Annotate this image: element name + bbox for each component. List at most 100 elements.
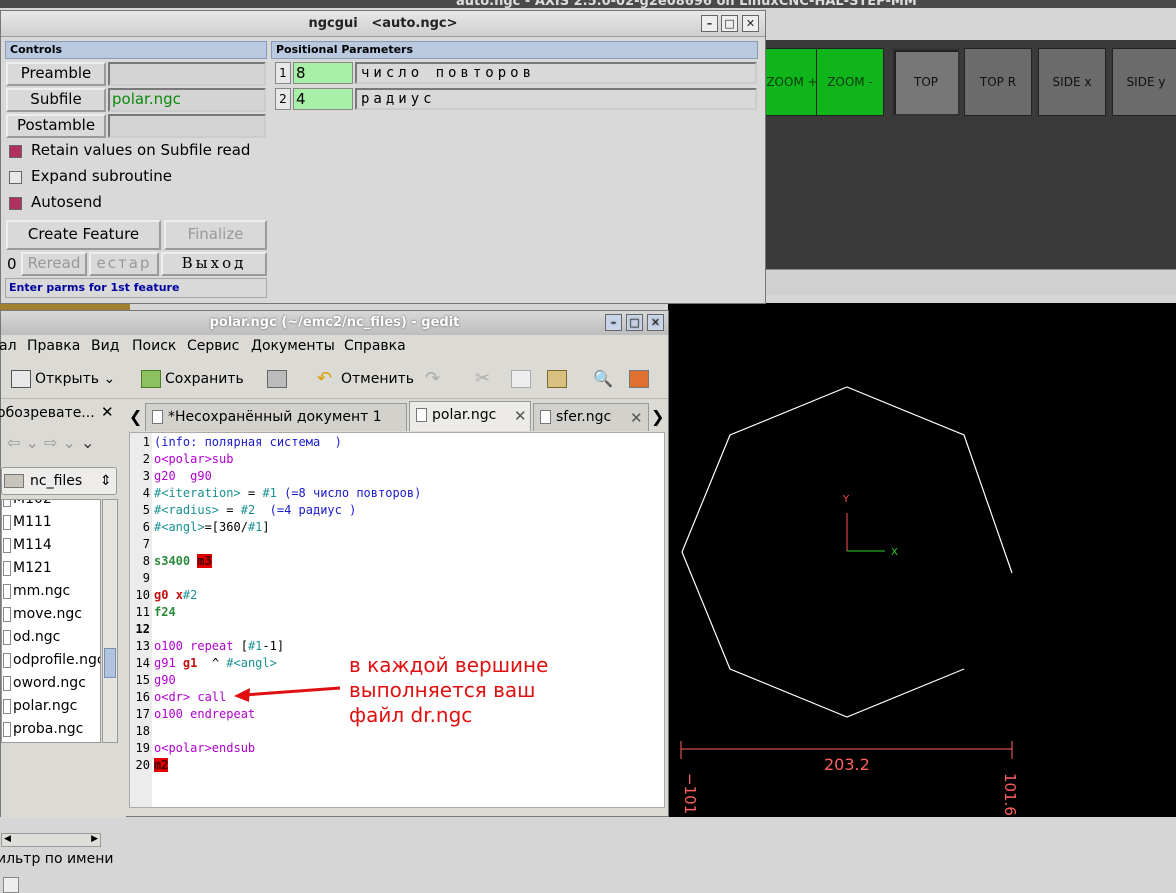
undo-button[interactable]: ↶ Отменить [317, 367, 414, 391]
subfile-button[interactable]: Subfile [6, 88, 106, 112]
preamble-button[interactable]: Preamble [6, 62, 106, 86]
code-line: (info: полярная система ) [154, 435, 342, 449]
feature-counter: 0 [7, 255, 17, 273]
paste-icon[interactable] [547, 367, 571, 391]
menu-search[interactable]: Поиск [132, 335, 176, 357]
file-browser-list[interactable]: M102 M111 M114 M121 mm.ngc move.ngc od.n… [1, 499, 101, 743]
tab-unsaved-document[interactable]: *Несохранённый документ 1 [145, 403, 407, 431]
dimension-left: −101 [681, 773, 699, 814]
retain-values-checkbox[interactable] [9, 145, 22, 158]
menubar: ал Правка Вид Поиск Сервис Документы Спр… [0, 335, 668, 357]
view-top-rotated-button[interactable]: TOP R [964, 48, 1032, 116]
list-item[interactable]: mm.ngc [2, 580, 100, 603]
replace-icon[interactable] [629, 367, 653, 391]
folder-selector[interactable]: nc_files ⇕ [1, 467, 117, 495]
close-icon[interactable]: ✕ [742, 15, 759, 32]
code-editor[interactable]: 1 2 3 4 5 6 7 8 9 10 11 12 13 14 15 16 1… [129, 432, 665, 808]
list-item[interactable]: proba.ngc [2, 718, 100, 741]
code-line: o<polar>sub [154, 452, 234, 466]
toolpath-octagon [681, 386, 1013, 718]
subfile-field[interactable]: polar.ngc [108, 88, 266, 112]
param-2-number: 2 [275, 88, 291, 110]
view-top-button[interactable]: TOP [892, 48, 960, 116]
filter-by-name[interactable]: ильтр по имени [0, 851, 113, 867]
menu-file[interactable]: ал [0, 335, 17, 357]
folder-icon [4, 474, 24, 488]
exit-button[interactable]: Выход [161, 252, 267, 276]
code-line: g0 x#2 [154, 588, 198, 602]
undo-icon: ↶ [317, 368, 333, 389]
redo-icon[interactable]: ↷ [425, 367, 440, 391]
ngcgui-title: ngcgui <auto.ngc> [308, 16, 458, 31]
menu-view[interactable]: Вид [91, 335, 119, 357]
close-icon[interactable]: ✕ [514, 403, 527, 429]
menu-documents[interactable]: Документы [251, 335, 335, 357]
menu-tools[interactable]: Сервис [187, 335, 239, 357]
copy-icon[interactable] [511, 367, 535, 391]
preamble-field[interactable] [108, 62, 266, 86]
cut-icon[interactable]: ✂ [475, 367, 490, 391]
print-button[interactable] [267, 367, 291, 391]
chevron-down-icon: ⇕ [100, 473, 112, 489]
restart-button[interactable]: естар [89, 252, 159, 276]
menu-edit[interactable]: Правка [27, 335, 80, 357]
finalize-button[interactable]: Finalize [164, 220, 267, 250]
menu-help[interactable]: Справка [344, 335, 406, 357]
autosend-checkbox[interactable] [9, 197, 22, 210]
reread-button[interactable]: Reread [21, 252, 87, 276]
param-1-comment: число повторов [355, 62, 757, 84]
param-2-value-field[interactable]: 4 [293, 88, 353, 110]
horizontal-scrollbar[interactable]: ◀ ▶ [1, 833, 101, 847]
toolpath-plot: Y X 203.2 −101 101.6 [680, 386, 1019, 816]
param-1-value-field[interactable]: 8 [293, 62, 353, 84]
chevron-down-icon[interactable]: ⌄ [103, 371, 115, 387]
list-item[interactable]: M114 [2, 534, 100, 557]
postamble-button[interactable]: Postamble [6, 114, 106, 138]
panel-switch-icon[interactable] [3, 877, 19, 893]
tab-polar-ngc[interactable]: polar.ngc ✕ [409, 401, 531, 431]
tab-sfer-ngc[interactable]: sfer.ngc ✕ [533, 403, 649, 431]
code-line: o<polar>endsub [154, 741, 256, 755]
ngcgui-titlebar[interactable]: ngcgui <auto.ngc> – □ ✕ [1, 11, 765, 37]
list-item[interactable]: odprofile.ngc [2, 649, 100, 672]
list-item[interactable]: M102 [2, 500, 100, 511]
list-item[interactable]: oword.ngc [2, 672, 100, 695]
chevron-left-icon[interactable]: ❮ [129, 407, 142, 426]
gedit-titlebar[interactable]: polar.ngc (~/emc2/nc_files) - gedit – □ … [1, 311, 668, 335]
list-item[interactable]: M111 [2, 511, 100, 534]
view-side-x-button[interactable]: SIDE x [1038, 48, 1106, 116]
minimize-icon[interactable]: – [701, 15, 718, 32]
close-side-icon[interactable]: ✕ [101, 403, 114, 421]
chevron-right-icon[interactable]: ❯ [651, 407, 664, 426]
code-line: #<radius> = #2 (=4 радиус ) [154, 503, 357, 517]
find-icon[interactable]: 🔍 [593, 367, 613, 391]
expand-subroutine-label: Expand subroutine [31, 167, 173, 185]
close-icon[interactable]: ✕ [630, 405, 643, 431]
axis-view-toolbar: ZOOM + ZOOM - TOP TOP R SIDE x SIDE y [758, 40, 1176, 132]
zoom-out-button[interactable]: ZOOM - [816, 48, 884, 116]
list-item[interactable]: move.ngc [2, 603, 100, 626]
postamble-field[interactable] [108, 114, 266, 138]
autosend-label: Autosend [31, 193, 102, 211]
list-item[interactable]: polar.ngc [2, 695, 100, 718]
list-item[interactable]: M121 [2, 557, 100, 580]
maximize-icon[interactable]: □ [626, 314, 643, 331]
open-button[interactable]: Открыть ⌄ [11, 367, 115, 391]
save-button[interactable]: Сохранить [141, 367, 244, 391]
toolpath-preview[interactable]: Y X 203.2 −101 101.6 [668, 303, 1176, 817]
maximize-icon[interactable]: □ [721, 15, 738, 32]
expand-subroutine-checkbox[interactable] [9, 171, 22, 184]
code-line: g20 g90 [154, 469, 212, 483]
param-1-number: 1 [275, 62, 291, 84]
positional-parameters-header: Positional Parameters [271, 41, 758, 59]
minimize-icon[interactable]: – [605, 314, 622, 331]
nav-back-forward-icons[interactable]: ⇦ ⌄ ⇨ ⌄ ⌄ [7, 433, 94, 452]
close-icon[interactable]: ✕ [647, 314, 664, 331]
x-axis-label: X [891, 547, 898, 558]
create-feature-button[interactable]: Create Feature [6, 220, 161, 250]
list-item[interactable]: od.ngc [2, 626, 100, 649]
file-list-scrollbar[interactable] [102, 499, 118, 743]
code-line: o100 repeat [#1-1] [154, 639, 285, 653]
axis-title: auto.ngc - AXIS 2.5.0-02-g2e08696 on Lin… [456, 0, 917, 8]
view-side-y-button[interactable]: SIDE y [1112, 48, 1176, 116]
